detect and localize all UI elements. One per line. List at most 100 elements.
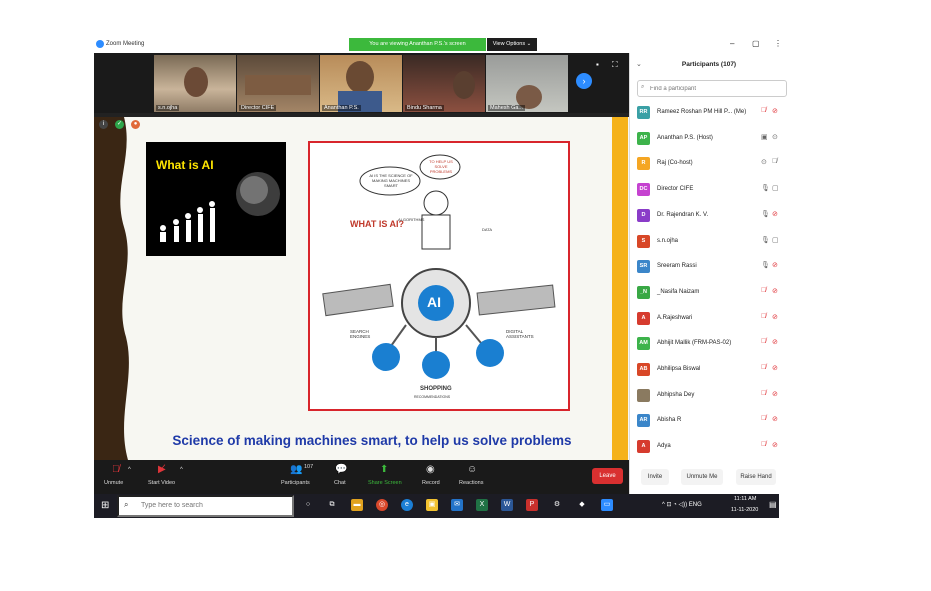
reactions-icon[interactable]: ☺ (467, 464, 477, 475)
video-tile[interactable]: s.n.ojha (154, 55, 236, 112)
participant-row[interactable]: AB Abhilipsa Biswal 🎙̸ ⊘ (637, 363, 782, 377)
app-icon[interactable]: ◆ (576, 499, 588, 511)
zoom-taskbar-icon[interactable]: ▭ (601, 499, 613, 511)
participant-avatar: RR (637, 106, 650, 119)
audio-options-chevron-icon[interactable]: ^ (128, 467, 131, 473)
participant-row[interactable]: Abhipsha Dey 🎙̸ ⊘ (637, 388, 782, 403)
participant-row[interactable]: A Adya 🎙̸ ⊘ (637, 440, 782, 454)
participant-avatar: AP (637, 131, 650, 145)
reactions-button[interactable]: Reactions (459, 480, 483, 486)
cortana-icon[interactable]: ○ (302, 499, 314, 511)
participants-icon[interactable]: 👥 (290, 464, 302, 475)
video-status-icon: 🎙̸ (772, 158, 778, 166)
start-video-button[interactable]: Start Video (148, 480, 175, 486)
participant-row[interactable]: RR Rameez Roshan PM Hill P... (Me) 🎙̸ ⊘ (637, 106, 782, 120)
participant-avatar: D (637, 208, 650, 222)
video-tile-name: Mahesh Ga... (488, 105, 526, 111)
participant-row[interactable]: DC Director CIFE 🎙 ▢ (637, 183, 782, 197)
share-screen-icon[interactable]: ⬆ (380, 464, 388, 475)
participant-row[interactable]: AM Abhijit Mallik (FRM-PAS-02) 🎙̸ ⊘ (637, 337, 782, 351)
participant-name: A.Rajeshwari (657, 314, 693, 321)
participant-row[interactable]: AR Abisha R 🎙̸ ⊘ (637, 414, 782, 428)
view-options-button[interactable]: View Options ⌄ (487, 38, 537, 51)
participant-row[interactable]: D Dr. Rajendran K. V. 🎙 ⊘ (637, 208, 782, 223)
participant-row[interactable]: A A.Rajeshwari 🎙̸ ⊘ (637, 311, 782, 326)
store-icon[interactable]: ▣ (426, 499, 438, 511)
edge-icon[interactable]: e (401, 499, 413, 511)
settings-gear-icon[interactable]: ⚙ (551, 499, 563, 511)
excel-icon[interactable]: X (476, 499, 488, 511)
unmute-me-button[interactable]: Unmute Me (681, 469, 723, 485)
chat-icon[interactable]: 💬 (335, 464, 347, 475)
record-icon[interactable]: ◉ (426, 464, 435, 475)
video-tile[interactable]: Director CIFE (237, 55, 319, 112)
powerpoint-icon[interactable]: P (526, 499, 538, 511)
mic-muted-icon[interactable]: 🎙̸ (112, 464, 120, 475)
participant-row[interactable]: Ss.n.ojha 🎙 ▢ (637, 234, 782, 249)
video-options-chevron-icon[interactable]: ^ (180, 467, 183, 473)
fullscreen-icon[interactable]: ⛶ (612, 60, 618, 70)
minimize-button[interactable]: – (730, 39, 734, 48)
video-off-icon[interactable]: ▶̸ (158, 464, 166, 475)
participant-name: Raj (Co-host) (657, 160, 693, 167)
participant-avatar: AM (637, 337, 650, 351)
notifications-icon[interactable]: ▤ (769, 500, 777, 509)
find-participant-input[interactable] (637, 80, 787, 97)
video-status-icon: ⊘ (772, 313, 778, 321)
system-tray[interactable]: ^ ⊡ ◔ ◁)) ENG (662, 501, 702, 508)
participants-panel-title: Participants (107) (681, 61, 737, 68)
more-button[interactable]: ⋮ (774, 39, 782, 48)
clock-time[interactable]: 11:11 AM (734, 496, 756, 502)
participant-row[interactable]: _N _Nasifa Naizam 🎙̸ ⊘ (637, 285, 782, 300)
video-status-icon: ▢ (772, 236, 779, 244)
participant-avatar: AB (637, 363, 650, 376)
record-button[interactable]: Record (422, 480, 440, 486)
participant-avatar (637, 388, 650, 402)
ai-core-label: AI (427, 294, 441, 310)
clock-date[interactable]: 11-11-2020 (731, 507, 758, 513)
chat-button[interactable]: Chat (334, 480, 346, 486)
participant-row[interactable]: AP Ananthan P.S. (Host) ▣ ⊙ (637, 131, 782, 146)
raise-hand-button[interactable]: Raise Hand (736, 469, 776, 485)
participant-name: s.n.ojha (657, 237, 679, 244)
windows-start-icon[interactable]: ⊞ (101, 500, 109, 511)
video-status-icon: ⊘ (772, 442, 778, 450)
participant-row[interactable]: R Raj (Co-host) ⊙ 🎙̸ (637, 157, 782, 171)
video-status-icon: ⊘ (772, 262, 778, 270)
participant-avatar: SR (637, 260, 650, 274)
info-icon[interactable]: i (99, 120, 108, 129)
video-status-icon: ⊘ (772, 339, 778, 347)
participant-row[interactable]: SR Sreeram Rassi 🎙 ⊘ (637, 260, 782, 274)
maximize-button[interactable]: ▢ (752, 39, 760, 48)
gallery-view-icon[interactable]: ▪ (596, 60, 599, 69)
participant-name: Sreeram Rassi (657, 263, 697, 270)
video-tile[interactable]: Bindu Sharma (403, 55, 485, 112)
invite-button[interactable]: Invite (641, 469, 669, 485)
leave-button[interactable]: Leave (592, 468, 623, 484)
window-title: Zoom Meeting (106, 41, 145, 47)
video-status-icon: ⊘ (772, 287, 778, 295)
chrome-icon[interactable]: ◎ (376, 499, 388, 511)
security-shield-icon[interactable]: ✓ (115, 120, 124, 129)
video-status-icon: ⊘ (772, 210, 778, 218)
share-screen-button[interactable]: Share Screen (368, 480, 402, 486)
file-explorer-icon[interactable]: ▬ (351, 499, 363, 511)
task-view-icon[interactable]: ⧉ (326, 499, 338, 511)
mail-icon[interactable]: ✉ (451, 499, 463, 511)
mic-muted-icon: 🎙̸ (761, 364, 767, 371)
recommendations-label: RECOMMENDATIONS (414, 395, 451, 399)
video-tile[interactable]: Mahesh Ga... (486, 55, 568, 112)
unmute-button[interactable]: Unmute (104, 480, 123, 486)
video-status-icon: ⊘ (772, 416, 778, 424)
word-icon[interactable]: W (501, 499, 513, 511)
mic-icon: 🎙 (761, 236, 770, 244)
participants-button[interactable]: Participants (281, 480, 310, 486)
participant-name: Rameez Roshan PM Hill P... (Me) (657, 109, 747, 115)
participant-avatar: _N (637, 285, 650, 299)
next-page-button[interactable]: › (576, 73, 592, 89)
mic-muted-icon: 🎙̸ (761, 286, 767, 294)
video-tile[interactable]: Ananthan P.S. (320, 55, 402, 112)
participant-avatar: AR (637, 414, 650, 428)
participant-avatar: A (637, 311, 650, 325)
taskbar-search-input[interactable] (117, 495, 294, 517)
